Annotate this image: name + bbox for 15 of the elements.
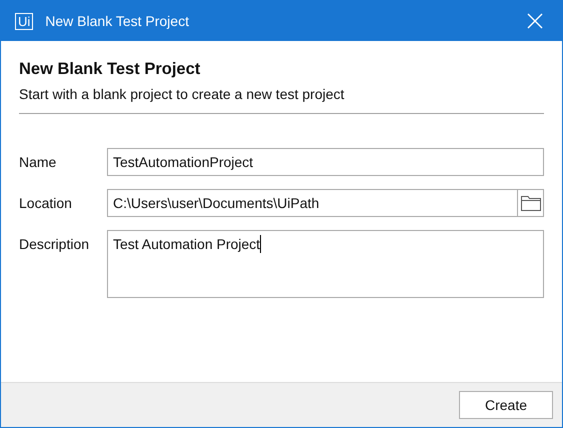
field-label: Description <box>19 235 90 254</box>
field-label: Location <box>19 194 73 213</box>
dialog-heading: New Blank Test Project <box>19 59 202 79</box>
folder-icon <box>520 195 540 211</box>
window-title: New Blank Test Project <box>45 13 190 29</box>
text-cursor <box>260 235 262 253</box>
create-button[interactable]: Create <box>459 391 553 419</box>
app-logo: Ui <box>15 12 34 30</box>
name-field[interactable]: TestAutomationProject <box>107 148 544 176</box>
dialog-subtitle: Start with a blank project to create a new test project <box>19 85 346 103</box>
close-icon <box>527 13 543 29</box>
description-field[interactable]: Test Automation Project <box>107 230 544 298</box>
location-field[interactable]: C:\Users\user\Documents\UiPath <box>107 189 544 217</box>
field-label: Name <box>19 153 58 172</box>
browse-button[interactable] <box>517 190 543 216</box>
